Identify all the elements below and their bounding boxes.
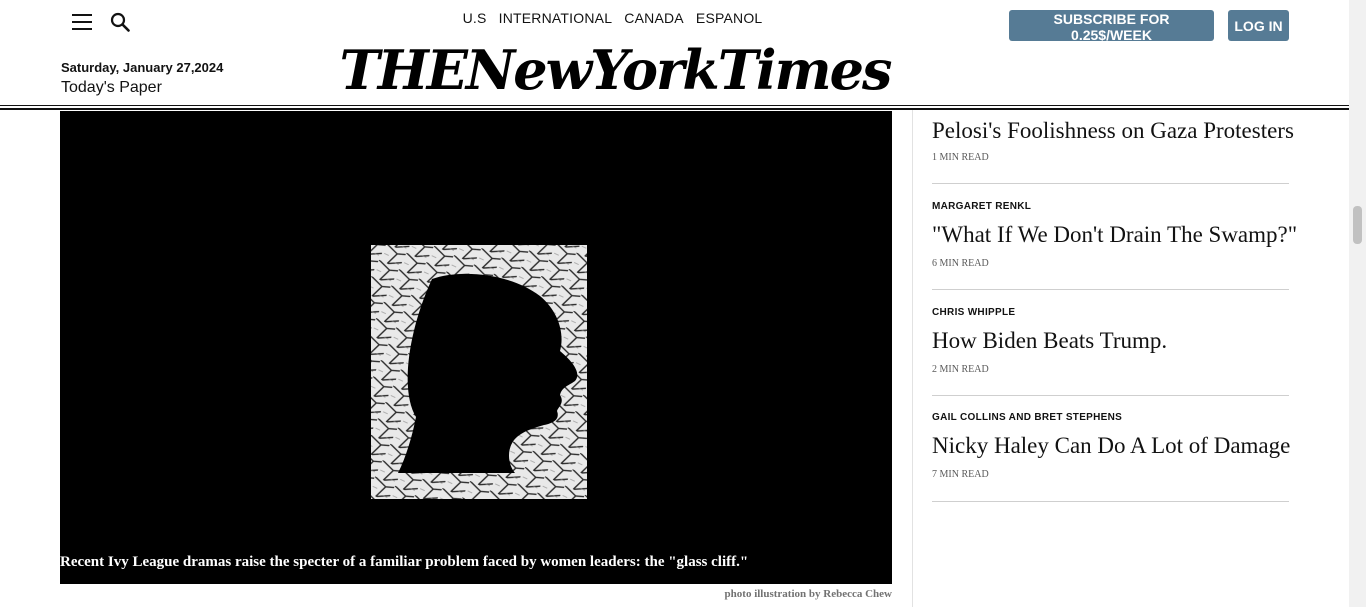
opinion-list: Pelosi's Foolishness on Gaza Protesters … <box>932 110 1297 502</box>
opinion-title[interactable]: How Biden Beats Trump. <box>932 328 1167 354</box>
opinion-item: CHRIS WHIPPLE How Biden Beats Trump. 2 M… <box>932 290 1289 396</box>
opinion-read-time: 2 MIN READ <box>932 364 989 375</box>
edition-link-us[interactable]: U.S <box>463 10 487 26</box>
lead-image[interactable]: Recent Ivy League dramas raise the spect… <box>60 111 892 584</box>
opinion-title[interactable]: "What If We Don't Drain The Swamp?" <box>932 222 1297 248</box>
opinion-author[interactable]: GAIL COLLINS AND BRET STEPHENS <box>932 412 1122 423</box>
edition-link-canada[interactable]: CANADA <box>624 10 684 26</box>
login-button[interactable]: LOG IN <box>1228 10 1289 41</box>
opinion-item: Pelosi's Foolishness on Gaza Protesters … <box>932 110 1294 184</box>
scrollbar-thumb[interactable] <box>1353 206 1362 244</box>
opinion-author[interactable]: MARGARET RENKL <box>932 201 1031 212</box>
site-header: U.S INTERNATIONAL CANADA ESPANOL SUBSCRI… <box>0 0 1349 110</box>
lead-image-caption: Recent Ivy League dramas raise the spect… <box>60 554 749 570</box>
opinion-read-time: 7 MIN READ <box>932 469 989 480</box>
opinion-read-time: 6 MIN READ <box>932 258 989 269</box>
opinion-read-time: 1 MIN READ <box>932 152 989 163</box>
photo-credit: photo illustration by Rebecca Chew <box>724 588 892 600</box>
current-date: Saturday, January 27,2024 <box>61 60 224 75</box>
masthead-logo[interactable]: THENewYorkTimes <box>325 30 905 110</box>
page-scrollbar[interactable] <box>1349 0 1366 607</box>
opinion-item: MARGARET RENKL "What If We Don't Drain T… <box>932 184 1297 290</box>
opinion-title[interactable]: Nicky Haley Can Do A Lot of Damage <box>932 433 1290 459</box>
opinion-item: GAIL COLLINS AND BRET STEPHENS Nicky Hal… <box>932 396 1290 502</box>
subscribe-button[interactable]: SUBSCRIBE FOR 0.25$/WEEK <box>1009 10 1214 43</box>
opinion-author[interactable]: CHRIS WHIPPLE <box>932 307 1015 318</box>
edition-link-espanol[interactable]: ESPANOL <box>696 10 763 26</box>
glass-cliff-illustration <box>371 245 587 499</box>
column-divider <box>912 110 913 607</box>
header-rule <box>0 105 1349 106</box>
edition-link-international[interactable]: INTERNATIONAL <box>499 10 613 26</box>
todays-paper-link[interactable]: Today's Paper <box>61 79 162 97</box>
opinion-title[interactable]: Pelosi's Foolishness on Gaza Protesters <box>932 118 1294 144</box>
